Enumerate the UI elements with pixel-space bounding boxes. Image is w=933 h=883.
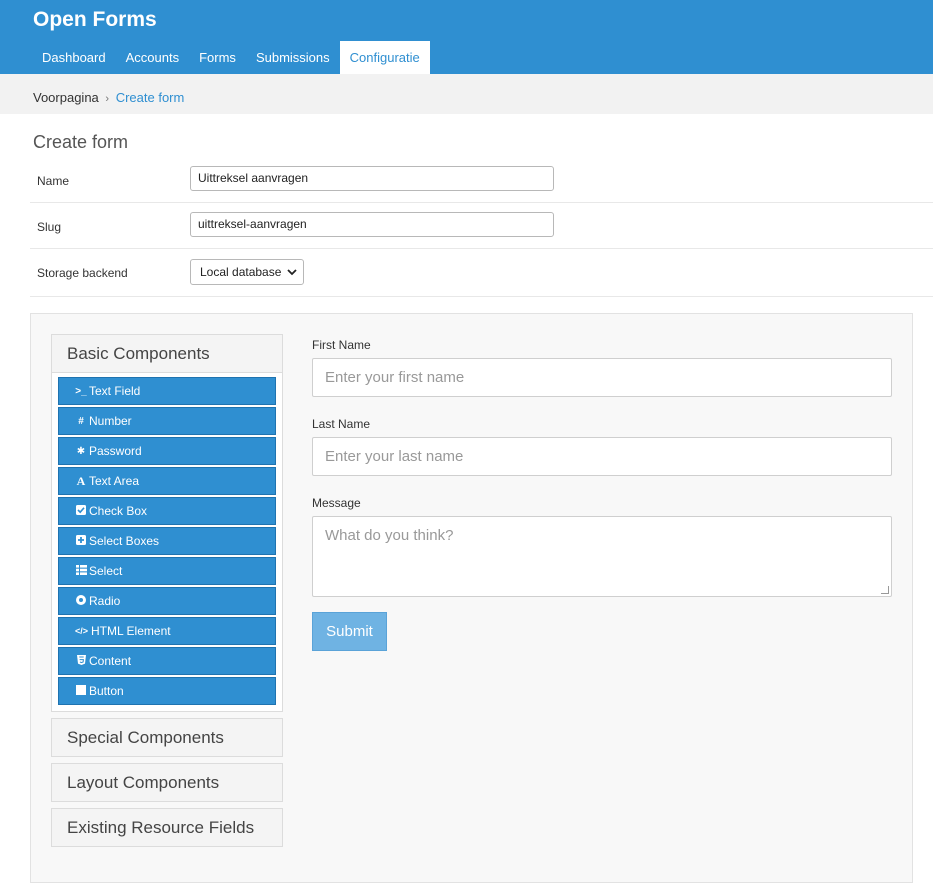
component-label: Select (89, 564, 123, 578)
name-label: Name (37, 174, 70, 188)
component-label: Select Boxes (89, 534, 160, 548)
last-name-label: Last Name (312, 417, 371, 431)
component-label: Text Area (89, 474, 140, 488)
component-label: Number (89, 414, 132, 428)
th-list-icon (75, 564, 87, 578)
slug-input[interactable]: uittreksel-aanvragen (190, 212, 554, 237)
component-html-element[interactable]: </> HTML Element (58, 617, 276, 645)
component-password[interactable]: ✱ Password (58, 437, 276, 465)
component-label: Content (89, 654, 132, 668)
component-label: Radio (89, 594, 121, 608)
resize-handle-icon[interactable] (881, 586, 889, 594)
component-select[interactable]: Select (58, 557, 276, 585)
nav-submissions[interactable]: Submissions (246, 41, 340, 74)
form-preview: First Name Enter your first name Last Na… (312, 334, 892, 651)
component-text-area[interactable]: A Text Area (58, 467, 276, 495)
first-name-label: First Name (312, 338, 371, 352)
storage-label: Storage backend (37, 266, 128, 280)
component-number[interactable]: # Number (58, 407, 276, 435)
message-textarea[interactable]: What do you think? (312, 516, 892, 597)
plus-square-icon (75, 534, 87, 548)
component-select-boxes[interactable]: Select Boxes (58, 527, 276, 555)
group-layout-components[interactable]: Layout Components (51, 763, 283, 802)
chevron-down-icon (287, 269, 298, 276)
message-placeholder: What do you think? (325, 527, 454, 544)
submit-button[interactable]: Submit (312, 612, 387, 651)
message-label: Message (312, 496, 361, 510)
component-label: Text Field (89, 384, 141, 398)
stop-icon (75, 684, 87, 698)
component-label: Check Box (89, 504, 148, 518)
storage-row: Storage backend Local database (30, 249, 933, 297)
name-row: Name Uittreksel aanvragen (30, 157, 933, 203)
slug-label: Slug (37, 220, 62, 234)
check-square-icon (75, 504, 87, 518)
breadcrumb: Voorpagina › Create form (0, 74, 933, 114)
basic-components-list: >_ Text Field # Number ✱ Password A Text… (51, 373, 283, 712)
main-nav: Dashboard Accounts Forms Submissions Con… (32, 41, 430, 74)
first-name-input[interactable]: Enter your first name (312, 358, 892, 397)
component-label: HTML Element (91, 624, 171, 638)
group-existing-resource-fields[interactable]: Existing Resource Fields (51, 808, 283, 847)
last-name-input[interactable]: Enter your last name (312, 437, 892, 476)
component-button[interactable]: Button (58, 677, 276, 705)
component-sidebar: Basic Components >_ Text Field # Number … (51, 334, 283, 847)
page-title: Create form (33, 132, 129, 152)
form-builder: Basic Components >_ Text Field # Number … (30, 313, 913, 883)
asterisk-icon: ✱ (76, 445, 86, 457)
component-check-box[interactable]: Check Box (58, 497, 276, 525)
app-title[interactable]: Open Forms (33, 8, 157, 32)
nav-forms[interactable]: Forms (189, 41, 246, 74)
dot-circle-icon (75, 594, 87, 608)
nav-accounts[interactable]: Accounts (116, 41, 189, 74)
storage-select[interactable]: Local database (190, 259, 305, 285)
hashtag-icon: # (78, 415, 84, 427)
nav-dashboard[interactable]: Dashboard (32, 41, 116, 74)
breadcrumb-root[interactable]: Voorpagina (33, 90, 99, 105)
name-input[interactable]: Uittreksel aanvragen (190, 166, 554, 191)
component-label: Password (89, 444, 142, 458)
terminal-icon: >_ (75, 385, 87, 397)
font-icon: A (76, 473, 86, 488)
slug-row: Slug uittreksel-aanvragen (30, 203, 933, 249)
breadcrumb-current[interactable]: Create form (116, 90, 185, 105)
html5-icon (75, 654, 87, 668)
component-text-field[interactable]: >_ Text Field (58, 377, 276, 405)
storage-select-value: Local database (200, 265, 282, 279)
nav-configuratie[interactable]: Configuratie (339, 41, 430, 74)
breadcrumb-separator: › (105, 93, 110, 105)
code-icon: </> (75, 626, 89, 636)
component-radio[interactable]: Radio (58, 587, 276, 615)
component-label: Button (89, 684, 124, 698)
group-special-components[interactable]: Special Components (51, 718, 283, 757)
top-header: Open Forms Dashboard Accounts Forms Subm… (0, 0, 933, 74)
group-basic-components[interactable]: Basic Components (51, 334, 283, 373)
component-content[interactable]: Content (58, 647, 276, 675)
